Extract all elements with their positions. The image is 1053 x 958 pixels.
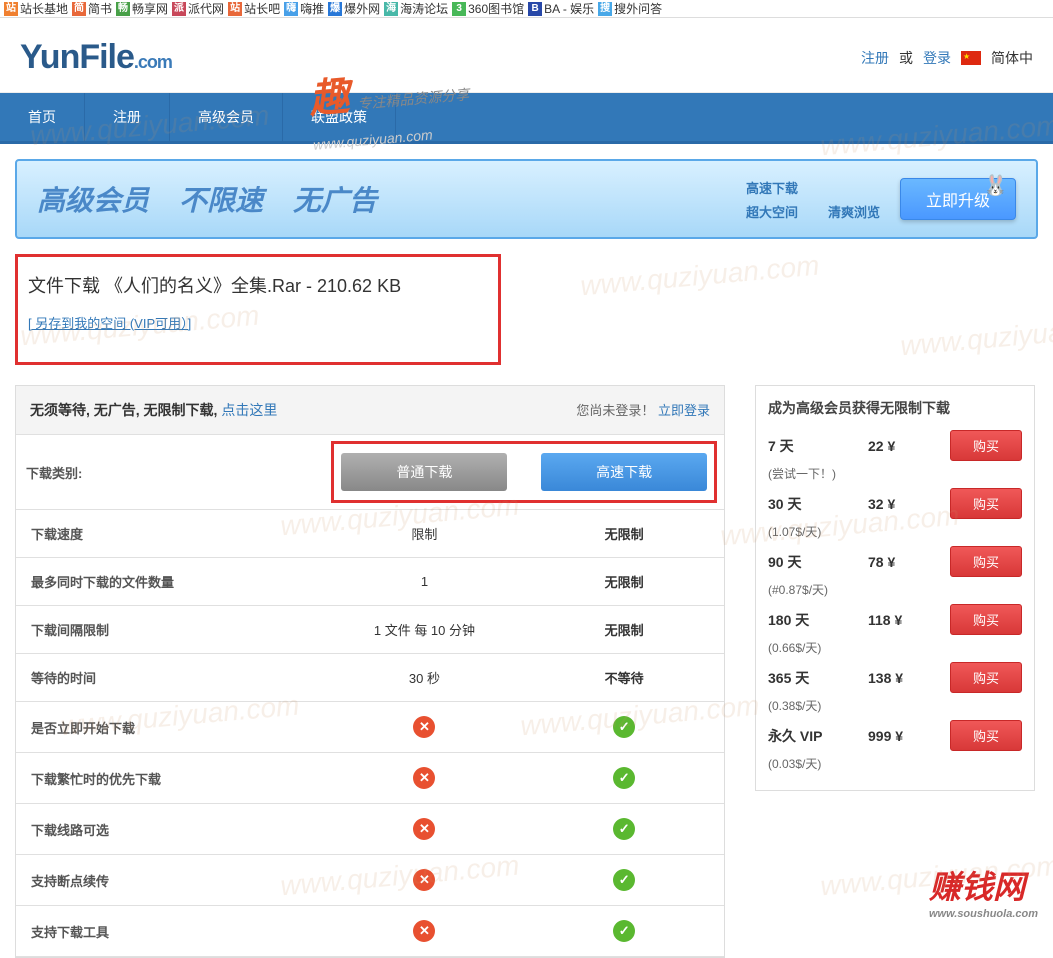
bookmark-item[interactable]: BBA - 娱乐 [528,0,594,17]
banner-text: 高级会员不限速无广告 [37,179,377,219]
vip-plan-row: 7 天22 ¥购买 [768,430,1022,461]
category-label: 下载类别: [16,435,325,510]
buy-button[interactable]: 购买 [950,430,1022,461]
table-row: 支持下载工具✕✓ [16,906,724,957]
feat-3: 清爽浏览 [828,202,880,221]
logo-suffix: .com [134,52,172,72]
bookmark-icon: 海 [384,2,398,16]
x-icon: ✕ [413,767,435,789]
x-icon: ✕ [413,818,435,840]
table-row: 是否立即开始下载✕✓ [16,702,724,753]
bookmark-item[interactable]: 爆爆外网 [328,0,380,17]
bookmark-item[interactable]: 派派代网 [172,0,224,17]
check-icon: ✓ [613,920,635,942]
login-link[interactable]: 登录 [923,48,951,68]
file-title: 文件下载 《人们的名义》全集.Rar - 210.62 KB [28,272,488,298]
check-icon: ✓ [613,818,635,840]
bookmark-icon: 站 [228,2,242,16]
bookmark-item[interactable]: 3360图书馆 [452,0,524,17]
buy-button[interactable]: 购买 [950,662,1022,693]
vip-title: 成为高级会员获得无限制下载 [768,398,1022,418]
flag-icon[interactable] [961,51,981,65]
header-right: 注册 或 登录 简体中 [861,48,1033,68]
lang-text[interactable]: 简体中 [991,48,1033,68]
bookmark-item[interactable]: 搜搜外问答 [598,0,662,17]
bottom-watermark: 赚钱网 www.soushuola.com [929,862,1038,920]
buy-button[interactable]: 购买 [950,546,1022,577]
vip-plan-row: 永久 VIP999 ¥购买 [768,720,1022,751]
buy-button[interactable]: 购买 [950,488,1022,519]
fast-download-button[interactable]: 高速下载 [541,453,707,491]
login-now-link[interactable]: 立即登录 [658,403,710,418]
bookmark-item[interactable]: 嗨嗨推 [284,0,324,17]
table-row: 下载线路可选✕✓ [16,804,724,855]
x-icon: ✕ [413,869,435,891]
bookmark-item[interactable]: 站站长基地 [4,0,68,17]
register-link[interactable]: 注册 [861,48,889,68]
vip-plan-row: 90 天78 ¥购买 [768,546,1022,577]
check-icon: ✓ [613,869,635,891]
file-info-box: 文件下载 《人们的名义》全集.Rar - 210.62 KB [ 另存到我的空间… [15,254,501,365]
header: YunFile.com 注册 或 登录 简体中 [0,18,1053,93]
nav-item[interactable]: 注册 [85,93,170,141]
bookmark-icon: 简 [72,2,86,16]
table-row: 支持断点续传✕✓ [16,855,724,906]
buy-button[interactable]: 购买 [950,604,1022,635]
nav-item[interactable]: 联盟政策 [283,93,396,141]
bookmark-icon: 站 [4,2,18,16]
rabbit-icon: 🐰 [983,173,1008,198]
table-row: 下载繁忙时的优先下载✕✓ [16,753,724,804]
comparison-table: 无须等待, 无广告, 无限制下载, 点击这里 您尚未登录！ 立即登录 下载类别:… [15,385,725,958]
click-here-link[interactable]: 点击这里 [221,402,277,418]
logo-main: YunFile [20,38,134,76]
bookmark-icon: 畅 [116,2,130,16]
save-to-space-link[interactable]: [ 另存到我的空间 (VIP可用）] [28,316,191,331]
table-row: 最多同时下载的文件数量1无限制 [16,558,724,606]
vip-plan-row: 30 天32 ¥购买 [768,488,1022,519]
bookmarks-bar: 站站长基地简简书畅畅享网派派代网站站长吧嗨嗨推爆爆外网海海涛论坛3360图书馆B… [0,0,1053,18]
nav-item[interactable]: 首页 [0,93,85,141]
bookmark-item[interactable]: 海海涛论坛 [384,0,448,17]
bookmark-icon: 嗨 [284,2,298,16]
bookmark-item[interactable]: 站站长吧 [228,0,280,17]
nav: 首页注册高级会员联盟政策 [0,93,1053,144]
vip-plans-box: 成为高级会员获得无限制下载 7 天22 ¥购买(尝试一下！)30 天32 ¥购买… [755,385,1035,791]
bookmark-item[interactable]: 畅畅享网 [116,0,168,17]
tip-row: 无须等待, 无广告, 无限制下载, 点击这里 您尚未登录！ 立即登录 [16,386,724,435]
bookmark-icon: 派 [172,2,186,16]
check-icon: ✓ [613,767,635,789]
banner-features: 高速下载 超大空间 清爽浏览 [746,178,880,221]
vip-plan-row: 180 天118 ¥购买 [768,604,1022,635]
nav-item[interactable]: 高级会员 [170,93,283,141]
table-row: 下载间隔限制1 文件 每 10 分钟无限制 [16,606,724,654]
bookmark-icon: 3 [452,2,466,16]
bookmark-icon: B [528,2,542,16]
buy-button[interactable]: 购买 [950,720,1022,751]
x-icon: ✕ [413,920,435,942]
vip-plan-row: 365 天138 ¥购买 [768,662,1022,693]
check-icon: ✓ [613,716,635,738]
x-icon: ✕ [413,716,435,738]
or-text: 或 [899,48,913,68]
bookmark-icon: 搜 [598,2,612,16]
feat-2: 超大空间 [746,202,798,221]
banner: 高级会员不限速无广告 高速下载 超大空间 清爽浏览 立即升级 🐰 [15,159,1038,239]
table-row: 下载速度限制无限制 [16,510,724,558]
logo[interactable]: YunFile.com [20,38,172,77]
feat-1: 高速下载 [746,178,798,197]
normal-download-button[interactable]: 普通下载 [341,453,507,491]
bookmark-item[interactable]: 简简书 [72,0,112,17]
bookmark-icon: 爆 [328,2,342,16]
table-row: 等待的时间30 秒不等待 [16,654,724,702]
